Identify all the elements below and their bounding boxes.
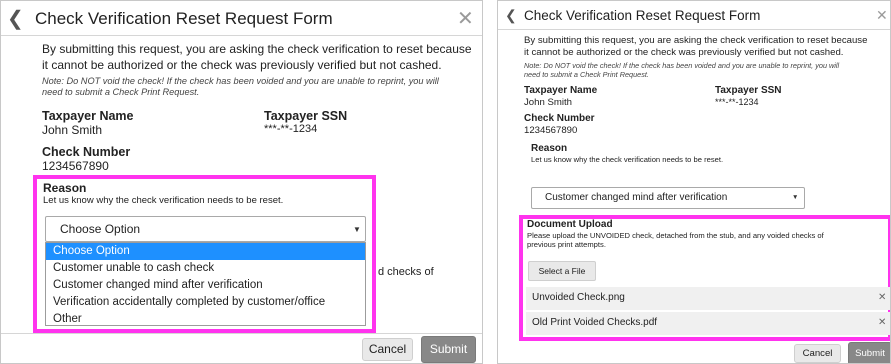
reason-dropdown-list: Choose Option Customer unable to cash ch… [45, 242, 366, 326]
taxpayer-name-value: John Smith [42, 123, 103, 137]
dropdown-option[interactable]: Customer unable to cash check [46, 260, 365, 277]
check-number-value: 1234567890 [524, 125, 578, 136]
taxpayer-name-label: Taxpayer Name [42, 109, 134, 123]
dropdown-option[interactable]: Verification accidentally completed by c… [46, 294, 365, 311]
back-chevron-icon[interactable]: ❮ [505, 7, 517, 24]
select-file-button[interactable]: Select a File [528, 261, 596, 281]
note-line-2: need to submit a Check Print Request. [524, 70, 649, 79]
submit-button[interactable]: Submit [421, 336, 476, 363]
intro-text-line-2: it cannot be authorized or the check was… [42, 58, 442, 72]
file-name: Old Print Voided Checks.pdf [532, 317, 658, 328]
dropdown-option[interactable]: Customer changed mind after verification [46, 277, 365, 294]
reason-select[interactable]: Choose Option ▼ [45, 216, 366, 242]
reason-help-text: Let us know why the check verification n… [43, 195, 284, 206]
upload-help-text-partial: d checks of [378, 266, 434, 278]
taxpayer-ssn-label: Taxpayer SSN [715, 85, 782, 96]
dropdown-option[interactable]: Other [46, 311, 365, 327]
submit-button[interactable]: Submit [848, 342, 890, 363]
taxpayer-name-value: John Smith [524, 97, 572, 108]
remove-file-icon[interactable]: ✕ [878, 317, 886, 328]
reason-select-value: Choose Option [60, 222, 141, 236]
note-line-1: Note: Do NOT void the check! If the chec… [42, 76, 439, 86]
left-form-dialog: ❮ Check Verification Reset Request Form … [0, 0, 483, 364]
chevron-down-icon: ▼ [792, 194, 799, 201]
upload-help-line-1: Please upload the UNVOIDED check, detach… [527, 231, 824, 240]
reason-label: Reason [43, 181, 87, 195]
right-form-dialog: ❮ Check Verification Reset Request Form … [497, 0, 891, 364]
reason-select-value: Customer changed mind after verification [545, 192, 728, 203]
intro-text-line-2: it cannot be authorized or the check was… [524, 47, 844, 58]
dialog-header: ❮ Check Verification Reset Request Form … [498, 1, 890, 30]
check-number-label: Check Number [42, 145, 131, 159]
reason-label: Reason [531, 143, 568, 154]
check-number-label: Check Number [524, 113, 595, 124]
note-line-2: need to submit a Check Print Request. [42, 87, 200, 97]
dialog-title: Check Verification Reset Request Form [35, 9, 333, 28]
upload-help-line-2: previous print attempts. [527, 240, 606, 249]
uploaded-file-row: Old Print Voided Checks.pdf ✕ [526, 312, 890, 335]
close-icon[interactable]: ✕ [876, 7, 888, 24]
dialog-title: Check Verification Reset Request Form [524, 8, 761, 23]
remove-file-icon[interactable]: ✕ [878, 292, 886, 303]
reason-select[interactable]: Customer changed mind after verification… [531, 187, 805, 209]
intro-text-line-1: By submitting this request, you are aski… [524, 35, 868, 46]
close-icon[interactable]: ✕ [457, 6, 474, 31]
dropdown-option[interactable]: Choose Option [46, 243, 365, 260]
dialog-header: ❮ Check Verification Reset Request Form … [1, 1, 482, 36]
taxpayer-ssn-value: ***-**-1234 [715, 97, 759, 107]
file-name: Unvoided Check.png [532, 292, 625, 303]
back-chevron-icon[interactable]: ❮ [7, 6, 24, 31]
dialog-footer-divider [1, 333, 482, 334]
cancel-button[interactable]: Cancel [362, 338, 413, 361]
taxpayer-ssn-value: ***-**-1234 [264, 123, 318, 135]
cancel-button[interactable]: Cancel [794, 344, 841, 363]
intro-text-line-1: By submitting this request, you are aski… [42, 42, 472, 56]
document-upload-label: Document Upload [527, 219, 613, 230]
note-line-1: Note: Do NOT void the check! If the chec… [524, 61, 840, 70]
reason-help-text: Let us know why the check verification n… [531, 155, 724, 164]
taxpayer-ssn-label: Taxpayer SSN [264, 109, 348, 123]
uploaded-file-row: Unvoided Check.png ✕ [526, 287, 890, 310]
taxpayer-name-label: Taxpayer Name [524, 85, 598, 96]
check-number-value: 1234567890 [42, 159, 109, 173]
chevron-down-icon: ▼ [353, 225, 361, 234]
